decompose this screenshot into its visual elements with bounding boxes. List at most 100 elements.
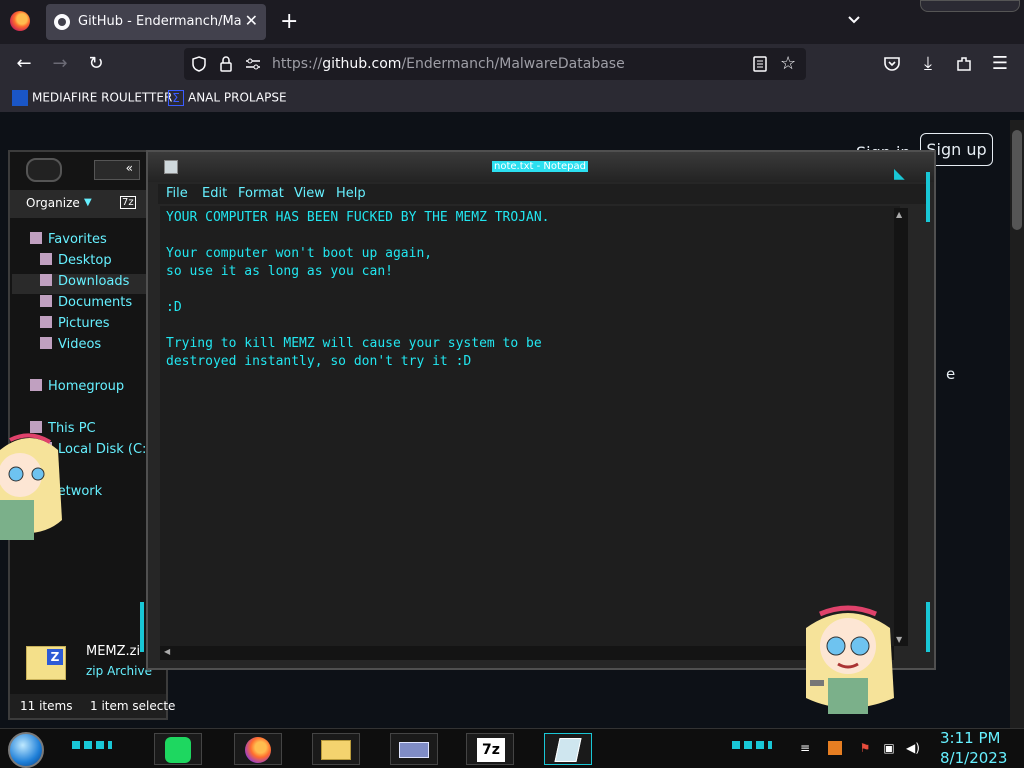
nav-label: Videos bbox=[58, 337, 102, 352]
bookmark-mediafire[interactable]: MEDIAFIRE ROULETTER bbox=[12, 90, 172, 108]
notepad-vertical-scrollbar[interactable]: ▲ ▼ bbox=[894, 208, 908, 646]
firefox-icon bbox=[245, 737, 271, 763]
taskbar-card-app[interactable] bbox=[390, 733, 438, 765]
text-line: :D bbox=[166, 300, 182, 315]
organize-button[interactable]: Organize bbox=[26, 196, 80, 210]
scroll-up-icon[interactable]: ▲ bbox=[896, 210, 902, 219]
clock-date[interactable]: 8/1/2023 bbox=[940, 749, 1007, 767]
text-line: destroyed instantly, so don't try it :D bbox=[166, 354, 472, 369]
volume-icon[interactable]: ◀) bbox=[906, 741, 920, 755]
notepad-text-area[interactable]: YOUR COMPUTER HAS BEEN FUCKED BY THE MEM… bbox=[160, 206, 900, 646]
menu-edit[interactable]: Edit bbox=[202, 186, 227, 201]
chevron-down-icon[interactable] bbox=[846, 12, 862, 28]
lock-icon[interactable] bbox=[218, 55, 234, 73]
downloads-icon[interactable]: ⤓ bbox=[918, 54, 938, 74]
tray-overflow-icon[interactable]: ≡ bbox=[798, 741, 812, 755]
bookmark-star-icon[interactable]: ☆ bbox=[780, 53, 796, 74]
7zip-icon: 7z bbox=[477, 738, 505, 762]
taskbar-firefox[interactable] bbox=[234, 733, 282, 765]
star-character-sticker bbox=[0, 433, 62, 540]
text-line: Your computer won't boot up again, bbox=[166, 246, 433, 261]
notepad-title-bar[interactable]: note.txt - Notepad ◣ bbox=[148, 152, 934, 182]
taskbar-7zip[interactable]: 7z bbox=[466, 733, 514, 765]
nav-label: Homegroup bbox=[48, 379, 125, 394]
url-host: github.com bbox=[322, 56, 402, 72]
explorer-toolbar: Organize ▼ 7z bbox=[10, 190, 166, 218]
taskbar-accent bbox=[732, 741, 772, 749]
7zip-icon[interactable]: 7z bbox=[120, 196, 136, 209]
tab-title: GitHub - Endermanch/Malware bbox=[78, 14, 242, 29]
videos-icon bbox=[40, 337, 52, 349]
back-icon[interactable]: ← bbox=[14, 54, 34, 74]
notepad-title: note.txt - Notepad bbox=[492, 161, 588, 172]
file-type: zip Archive bbox=[86, 664, 152, 678]
menu-icon[interactable]: ☰ bbox=[990, 54, 1010, 74]
explorer-status-bar: 11 items 1 item selecte bbox=[10, 694, 175, 718]
frame-accent bbox=[926, 602, 930, 652]
menu-view[interactable]: View bbox=[294, 186, 325, 201]
nav-downloads[interactable]: Downloads bbox=[12, 274, 148, 294]
notepad-horizontal-scrollbar[interactable]: ◀ bbox=[160, 646, 894, 660]
notepad-window: note.txt - Notepad ◣ File Edit Format Vi… bbox=[140, 150, 936, 670]
pocket-icon[interactable] bbox=[882, 54, 902, 74]
bookmark-prolapse[interactable]: Σ ANAL PROLAPSE bbox=[168, 90, 287, 108]
url-path: /Endermanch/MalwareDatabase bbox=[401, 56, 625, 72]
file-name[interactable]: MEMZ.zi bbox=[86, 644, 140, 659]
shield-icon[interactable] bbox=[190, 55, 208, 73]
network-icon[interactable]: ▣ bbox=[882, 741, 896, 755]
nav-label: Favorites bbox=[48, 232, 107, 247]
github-icon bbox=[54, 14, 70, 30]
zip-badge-icon: Z bbox=[47, 649, 63, 665]
notepad-menu-bar: File Edit Format View Help bbox=[158, 184, 928, 204]
text-line: Trying to kill MEMZ will cause your syst… bbox=[166, 336, 542, 351]
browser-tab[interactable]: GitHub - Endermanch/Malware ✕ bbox=[46, 4, 266, 40]
clock-time[interactable]: 3:11 PM bbox=[940, 729, 1000, 747]
explorer-back-button[interactable]: « bbox=[94, 160, 140, 180]
menu-help[interactable]: Help bbox=[336, 186, 366, 201]
sigma-icon: Σ bbox=[168, 90, 184, 106]
card-icon bbox=[399, 742, 429, 758]
bookmarks-bar: MEDIAFIRE ROULETTER Σ ANAL PROLAPSE bbox=[0, 84, 1024, 112]
bookmark-label: ANAL PROLAPSE bbox=[188, 90, 287, 105]
forward-icon[interactable]: → bbox=[50, 54, 70, 74]
frame-accent bbox=[926, 172, 930, 222]
reload-icon[interactable]: ↻ bbox=[86, 54, 106, 74]
nav-label: Local Disk (C: bbox=[58, 442, 147, 457]
documents-icon bbox=[40, 295, 52, 307]
resize-arrow-icon[interactable]: ◣ bbox=[894, 166, 916, 182]
nav-label: Downloads bbox=[58, 274, 130, 289]
taskbar-file-explorer[interactable] bbox=[312, 733, 360, 765]
permissions-icon[interactable] bbox=[244, 56, 262, 72]
scroll-left-icon[interactable]: ◀ bbox=[164, 647, 170, 656]
url-text[interactable]: https://github.com/Endermanch/MalwareDat… bbox=[272, 56, 625, 72]
menu-format[interactable]: Format bbox=[238, 186, 284, 201]
menu-file[interactable]: File bbox=[166, 186, 188, 201]
pictures-icon bbox=[40, 316, 52, 328]
text-line: YOUR COMPUTER HAS BEEN FUCKED BY THE MEM… bbox=[166, 210, 550, 225]
action-center-icon[interactable]: ⚑ bbox=[858, 741, 872, 755]
extensions-icon[interactable] bbox=[954, 54, 974, 74]
notepad-icon bbox=[164, 160, 178, 174]
start-button[interactable] bbox=[8, 732, 44, 768]
tab-close-icon[interactable]: ✕ bbox=[245, 11, 258, 30]
new-tab-icon[interactable]: + bbox=[280, 9, 298, 34]
bookmark-label: MEDIAFIRE ROULETTER bbox=[32, 90, 173, 105]
zip-folder-icon[interactable]: Z bbox=[26, 646, 66, 680]
item-count: 11 items bbox=[20, 699, 73, 713]
homegroup-icon bbox=[30, 379, 42, 391]
selection-count: 1 item selecte bbox=[90, 699, 176, 713]
frame-accent bbox=[140, 602, 144, 652]
page-scroll-thumb[interactable] bbox=[1012, 130, 1022, 230]
firefox-icon[interactable] bbox=[10, 11, 30, 31]
reader-view-icon[interactable] bbox=[752, 55, 768, 73]
nav-label: Pictures bbox=[58, 316, 110, 331]
url-bar[interactable]: https://github.com/Endermanch/MalwareDat… bbox=[184, 48, 806, 80]
taskbar-spotify[interactable] bbox=[154, 733, 202, 765]
taskbar-notepad[interactable] bbox=[544, 733, 592, 765]
folder-icon bbox=[321, 740, 351, 760]
downloads-folder-icon bbox=[40, 274, 52, 286]
taskbar-accent bbox=[72, 741, 112, 749]
explorer-orb-icon bbox=[26, 158, 62, 182]
star-character-sticker bbox=[806, 605, 894, 714]
tray-app-icon[interactable] bbox=[828, 741, 842, 755]
